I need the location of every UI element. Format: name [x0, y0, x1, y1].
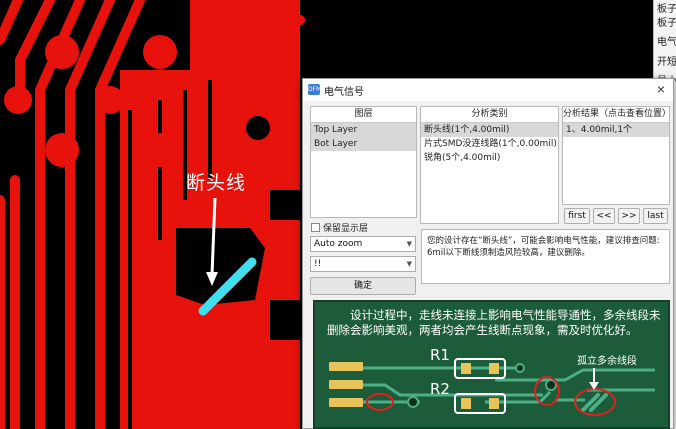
chevron-down-icon: ▼ [406, 240, 412, 248]
app-icon: DFM [308, 84, 322, 95]
callout-label: 断头线 [186, 172, 247, 194]
keep-layer-label: 保留显示层 [323, 224, 369, 234]
r1-label: R1 [430, 346, 450, 364]
first-button[interactable]: first [564, 208, 590, 224]
results-header[interactable]: 分析结果（点击查看位置） [563, 107, 671, 123]
ok-button[interactable]: 确定 [310, 277, 416, 295]
close-icon[interactable]: × [653, 81, 669, 97]
isolated-segment-label: 孤立多余线段 [577, 356, 637, 367]
last-button[interactable]: last [643, 208, 668, 224]
layers-list[interactable]: 图层 Top Layer Bot Layer [310, 106, 417, 218]
layer-item-bot[interactable]: Bot Layer [311, 137, 416, 151]
secondary-select-value: !! [314, 259, 322, 269]
analysis-message: 您的设计存在“断头线”，可能会影响电气性能，建议排查问题: 6mil以下断线须制… [421, 229, 670, 284]
dialog-titlebar[interactable]: DFM 电气信号 × [303, 79, 673, 101]
next-button[interactable]: >> [618, 208, 640, 224]
zoom-select[interactable]: Auto zoom ▼ [310, 236, 416, 252]
side-item[interactable]: 电气 [657, 33, 676, 47]
results-list[interactable]: 分析结果（点击查看位置） 1、4.00mil,1个 [562, 106, 671, 205]
r2-label: R2 [430, 380, 450, 398]
explanation-board: 设计过程中，走线未连接上影响电气性能导通性，多余线段未删除会影响美观，两者均会产… [313, 300, 670, 429]
zoom-select-value: Auto zoom [314, 239, 363, 249]
prev-button[interactable]: << [593, 208, 615, 224]
chevron-down-icon: ▼ [406, 260, 412, 268]
layer-item-top[interactable]: Top Layer [311, 123, 416, 137]
keep-layer-checkbox[interactable] [311, 223, 320, 232]
side-item[interactable]: 板子 [657, 0, 676, 14]
side-item[interactable]: 开短 [657, 53, 676, 67]
secondary-select[interactable]: !! ▼ [310, 256, 416, 272]
result-item[interactable]: 1、4.00mil,1个 [563, 123, 669, 137]
board-description: 设计过程中，走线未连接上影响电气性能导通性，多余线段未删除会影响美观，两者均会产… [327, 308, 661, 337]
category-header[interactable]: 分析类别 [421, 107, 558, 123]
category-item[interactable]: 断头线(1个,4.00mil) [421, 123, 558, 137]
dialog-title: 电气信号 [324, 87, 364, 98]
category-item[interactable]: 片式SMD没连线路(1个,0.00mil) [421, 137, 558, 151]
layers-header[interactable]: 图层 [311, 107, 416, 123]
category-item[interactable]: 锐角(5个,4.00mil) [421, 151, 558, 165]
side-item[interactable]: 板子厚 [657, 14, 676, 28]
category-list[interactable]: 分析类别 断头线(1个,4.00mil) 片式SMD没连线路(1个,0.00mi… [420, 106, 559, 224]
